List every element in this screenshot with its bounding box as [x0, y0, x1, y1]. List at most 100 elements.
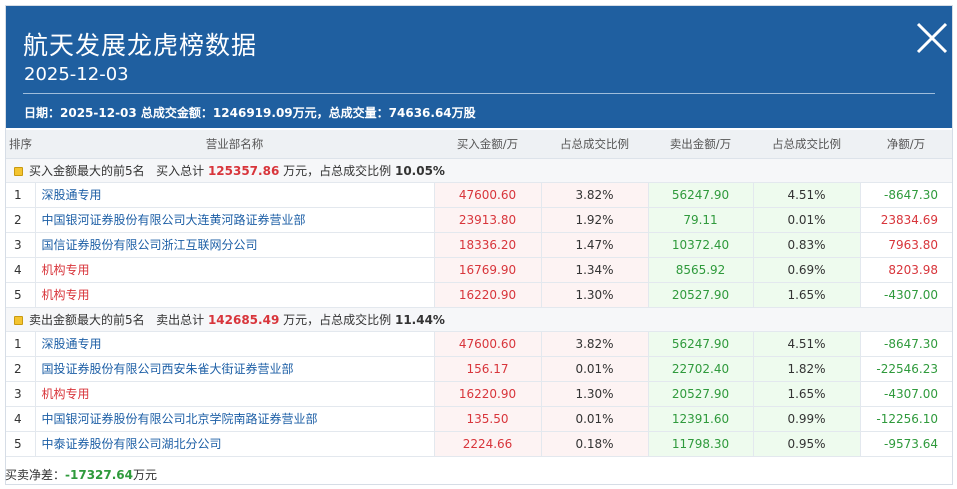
- branch-link[interactable]: 中国银河证券股份有限公司北京学院南路证券营业部: [35, 406, 435, 432]
- sell-amount: 8565.92: [648, 257, 754, 283]
- table-row[interactable]: 4 机构专用 16769.90 1.34% 8565.92 0.69% 8203.98: [6, 257, 952, 283]
- branch-link[interactable]: 国信证券股份有限公司浙江互联网分公司: [35, 232, 435, 258]
- net-amount: -12256.10: [860, 406, 952, 432]
- row-rank: 4: [6, 406, 36, 432]
- sell-pct: 1.65%: [753, 282, 861, 308]
- group-total-prefix: 买入总计: [156, 163, 205, 178]
- net-difference: 买卖净差：-17327.64万元: [5, 466, 157, 483]
- sell-pct: 0.01%: [753, 207, 861, 233]
- sell-pct: 0.99%: [753, 406, 861, 432]
- net-amount: 8203.98: [860, 257, 952, 283]
- branch-link[interactable]: 中泰证券股份有限公司湖北分公司: [35, 431, 435, 457]
- col-rank: 排序: [6, 130, 35, 159]
- net-amount: -9573.64: [860, 431, 952, 457]
- sell-amount: 20527.90: [648, 282, 754, 308]
- row-rank: 1: [6, 182, 36, 208]
- sell-amount: 20527.90: [648, 381, 754, 407]
- buy-pct: 1.30%: [541, 282, 649, 308]
- buy-pct: 0.01%: [541, 406, 649, 432]
- sell-amount: 22702.40: [648, 356, 754, 382]
- table-row[interactable]: 5 中泰证券股份有限公司湖北分公司 2224.66 0.18% 11798.30 0.95…: [6, 431, 952, 457]
- sell-pct: 1.82%: [753, 356, 861, 382]
- group-total-suffix: 万元，占总成交比例: [283, 312, 392, 327]
- buy-pct: 0.01%: [541, 356, 649, 382]
- branch-link[interactable]: 机构专用: [35, 282, 435, 308]
- branch-link[interactable]: 机构专用: [35, 381, 435, 407]
- folder-icon: [14, 166, 23, 176]
- buy-pct: 1.34%: [541, 257, 649, 283]
- table-row[interactable]: 5 机构专用 16220.90 1.30% 20527.90 1.65% -4307.00: [6, 282, 952, 308]
- buy-amount: 23913.80: [434, 207, 542, 233]
- row-rank: 3: [6, 232, 36, 258]
- buy-amount: 16769.90: [434, 257, 542, 283]
- buy-amount: 18336.20: [434, 232, 542, 258]
- group-pct: 10.05%: [394, 163, 445, 178]
- buy-amount: 47600.60: [434, 182, 542, 208]
- buy-amount: 135.50: [434, 406, 542, 432]
- branch-link[interactable]: 国投证券股份有限公司西安朱雀大街证券营业部: [35, 356, 435, 382]
- sell-pct: 4.51%: [753, 331, 861, 357]
- sell-pct: 0.83%: [753, 232, 861, 258]
- net-amount: -8647.30: [860, 182, 952, 208]
- buy-amount: 156.17: [434, 356, 542, 382]
- branch-link[interactable]: 中国银河证券股份有限公司大连黄河路证券营业部: [35, 207, 435, 233]
- col-buy-amount: 买入金额/万: [434, 130, 541, 159]
- lhb-table: 排序 营业部名称 买入金额/万 占总成交比例 卖出金额/万 占总成交比例 净额/…: [6, 130, 952, 457]
- buy-pct: 1.47%: [541, 232, 649, 258]
- table-row[interactable]: 1 深股通专用 47600.60 3.82% 56247.90 4.51% -8647.30: [6, 182, 952, 208]
- table-row[interactable]: 2 国投证券股份有限公司西安朱雀大街证券营业部 156.17 0.01% 22702.4…: [6, 356, 952, 382]
- table-row[interactable]: 1 深股通专用 47600.60 3.82% 56247.90 4.51% -8647.30: [6, 331, 952, 357]
- buy-amount: 16220.90: [434, 381, 542, 407]
- table-row[interactable]: 3 机构专用 16220.90 1.30% 20527.90 1.65% -4307.00: [6, 381, 952, 407]
- buy-pct: 1.30%: [541, 381, 649, 407]
- buy-pct: 0.18%: [541, 431, 649, 457]
- group-label: 买入金额最大的前5名: [29, 163, 145, 178]
- col-buy-pct: 占总成交比例: [541, 130, 648, 159]
- row-rank: 4: [6, 257, 36, 283]
- sell-pct: 4.51%: [753, 182, 861, 208]
- panel-header: 航天发展龙虎榜数据 2025-12-03 日期：2025-12-03 总成交金额…: [6, 6, 952, 128]
- row-rank: 5: [6, 282, 36, 308]
- branch-link[interactable]: 深股通专用: [35, 331, 435, 357]
- buy-amount: 47600.60: [434, 331, 542, 357]
- col-sell-amount: 卖出金额/万: [648, 130, 753, 159]
- header-divider: [23, 93, 935, 94]
- sell-amount: 56247.90: [648, 182, 754, 208]
- close-icon[interactable]: [914, 20, 950, 56]
- sell-pct: 0.69%: [753, 257, 861, 283]
- buy-amount: 2224.66: [434, 431, 542, 457]
- col-branch: 营业部名称: [35, 130, 434, 159]
- buy-top5-header: 买入金额最大的前5名 买入总计 125357.86 万元，占总成交比例 10.0…: [6, 158, 952, 183]
- sell-amount: 79.11: [648, 207, 754, 233]
- sell-pct: 1.65%: [753, 381, 861, 407]
- group-summary: 卖出金额最大的前5名 卖出总计 142685.49 万元，占总成交比例 11.4…: [6, 307, 952, 332]
- branch-link[interactable]: 深股通专用: [35, 182, 435, 208]
- group-total-prefix: 卖出总计: [156, 312, 205, 327]
- branch-link[interactable]: 机构专用: [35, 257, 435, 283]
- table-row[interactable]: 2 中国银河证券股份有限公司大连黄河路证券营业部 23913.80 1.92% 79.1…: [6, 207, 952, 233]
- net-amount: 23834.69: [860, 207, 952, 233]
- group-summary: 买入金额最大的前5名 买入总计 125357.86 万元，占总成交比例 10.0…: [6, 158, 952, 183]
- lhb-panel: 航天发展龙虎榜数据 2025-12-03 日期：2025-12-03 总成交金额…: [5, 5, 953, 485]
- row-rank: 5: [6, 431, 36, 457]
- page-title: 航天发展龙虎榜数据: [23, 31, 258, 60]
- net-amount: -22546.23: [860, 356, 952, 382]
- net-amount: 7963.80: [860, 232, 952, 258]
- group-total-value: 125357.86: [207, 163, 280, 178]
- sell-amount: 10372.40: [648, 232, 754, 258]
- page-date: 2025-12-03: [24, 64, 129, 85]
- sell-top5-header: 卖出金额最大的前5名 卖出总计 142685.49 万元，占总成交比例 11.4…: [6, 307, 952, 332]
- buy-pct: 1.92%: [541, 207, 649, 233]
- trade-summary: 日期：2025-12-03 总成交金额：1246919.09万元，总成交量：74…: [24, 106, 476, 120]
- row-rank: 2: [6, 207, 36, 233]
- group-pct: 11.44%: [394, 312, 445, 327]
- folder-icon: [14, 315, 23, 325]
- col-sell-pct: 占总成交比例: [753, 130, 860, 159]
- table-row[interactable]: 4 中国银河证券股份有限公司北京学院南路证券营业部 135.50 0.01% 12391…: [6, 406, 952, 432]
- net-diff-unit: 万元: [133, 468, 158, 482]
- table-row[interactable]: 3 国信证券股份有限公司浙江互联网分公司 18336.20 1.47% 10372.40…: [6, 232, 952, 258]
- net-amount: -8647.30: [860, 331, 952, 357]
- row-rank: 1: [6, 331, 36, 357]
- sell-amount: 56247.90: [648, 331, 754, 357]
- table-header-row: 排序 营业部名称 买入金额/万 占总成交比例 卖出金额/万 占总成交比例 净额/…: [6, 130, 952, 159]
